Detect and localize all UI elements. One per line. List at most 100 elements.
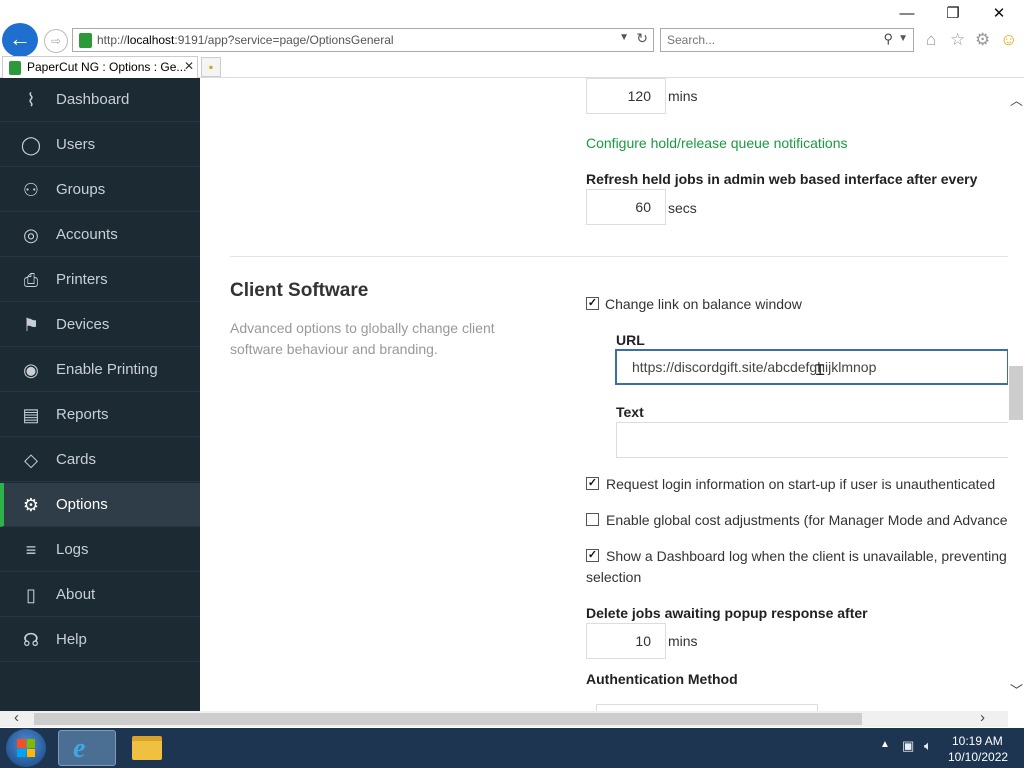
sidebar-item-label: About bbox=[56, 586, 96, 603]
sidebar-item-dashboard[interactable]: ⌇ Dashboard bbox=[0, 78, 200, 122]
sidebar-item-options[interactable]: ⚙ Options bbox=[0, 483, 200, 527]
sidebar-nav: ⌇ Dashboard ◯ Users ⚇ Groups ◎ Accounts … bbox=[0, 78, 200, 711]
network-icon[interactable]: ▣ bbox=[902, 738, 914, 754]
url-label: URL bbox=[616, 332, 645, 348]
scroll-right-icon[interactable]: › bbox=[980, 709, 985, 726]
search-icon[interactable]: ⚲ bbox=[883, 31, 893, 47]
gear-icon: ⚙ bbox=[22, 495, 40, 515]
vertical-scrollbar[interactable]: ︿ ﹀ bbox=[1008, 78, 1024, 711]
refresh-icon[interactable]: ↻ bbox=[636, 30, 648, 47]
sidebar-item-label: Options bbox=[56, 496, 108, 513]
text-input[interactable] bbox=[616, 422, 1008, 458]
browser-nav-bar: ← ⇨ http://localhost:9191/app?service=pa… bbox=[0, 22, 1024, 57]
auth-method-select[interactable] bbox=[596, 704, 818, 711]
global-cost-label: Enable global cost adjustments (for Mana… bbox=[606, 512, 1008, 528]
url-input[interactable] bbox=[615, 349, 1008, 385]
sidebar-item-accounts[interactable]: ◎ Accounts bbox=[0, 213, 200, 257]
search-dropdown-icon[interactable]: ▼ bbox=[898, 33, 908, 44]
sidebar-item-label: Devices bbox=[56, 316, 110, 333]
sidebar-item-label: Users bbox=[56, 136, 96, 153]
scroll-up-icon[interactable]: ︿ bbox=[1010, 90, 1023, 109]
delete-jobs-label: Delete jobs awaiting popup response afte… bbox=[586, 605, 868, 621]
search-box[interactable]: ⚲ ▼ bbox=[660, 28, 914, 52]
forward-button[interactable]: ⇨ bbox=[44, 29, 68, 53]
headset-icon: ☊ bbox=[23, 630, 39, 650]
search-input[interactable] bbox=[661, 29, 861, 51]
clock-date[interactable]: 10/10/2022 bbox=[948, 750, 1008, 764]
sidebar-item-about[interactable]: ▯ About bbox=[0, 573, 200, 617]
sidebar-item-label: Groups bbox=[56, 181, 106, 198]
address-dropdown-icon[interactable]: ▼ bbox=[619, 32, 629, 43]
dashboard-log-label-cont: selection bbox=[586, 569, 642, 585]
volume-icon[interactable]: 🔈︎ bbox=[924, 738, 932, 754]
tab-favicon bbox=[9, 61, 21, 75]
sidebar-item-label: Enable Printing bbox=[56, 361, 158, 378]
delete-jobs-input[interactable] bbox=[586, 623, 666, 659]
change-link-checkbox[interactable]: ✓ bbox=[586, 297, 599, 310]
browser-tab-papercut[interactable]: PaperCut NG : Options : Ge... ✕ bbox=[2, 56, 198, 78]
back-button[interactable]: ← bbox=[2, 23, 38, 57]
windows-taskbar: e ▲ ▣ 🔈︎ 10:19 AM 10/10/2022 bbox=[0, 728, 1024, 768]
dashboard-log-checkbox[interactable]: ✓ bbox=[586, 549, 599, 562]
logs-icon: ≡ bbox=[25, 540, 37, 560]
tab-close-icon[interactable]: ✕ bbox=[184, 59, 194, 73]
address-text[interactable]: http://localhost:9191/app?service=page/O… bbox=[97, 33, 394, 47]
sidebar-item-label: Printers bbox=[56, 271, 108, 288]
delete-jobs-unit: mins bbox=[668, 633, 698, 649]
section-divider bbox=[230, 256, 1008, 257]
clock-time[interactable]: 10:19 AM bbox=[952, 734, 1003, 748]
sidebar-item-reports[interactable]: ▤ Reports bbox=[0, 393, 200, 437]
forward-arrow-icon: ⇨ bbox=[50, 34, 62, 48]
sidebar-item-cards[interactable]: ◇ Cards bbox=[0, 438, 200, 482]
request-login-checkbox[interactable]: ✓ bbox=[586, 477, 599, 490]
sidebar-item-label: Dashboard bbox=[56, 91, 130, 108]
back-arrow-icon: ← bbox=[9, 26, 31, 51]
reports-icon: ▤ bbox=[22, 405, 40, 425]
hold-timeout-input[interactable] bbox=[586, 78, 666, 114]
sidebar-item-enable-printing[interactable]: ◉ Enable Printing bbox=[0, 348, 200, 392]
book-icon: ▯ bbox=[26, 585, 36, 605]
tab-strip: PaperCut NG : Options : Ge... ✕ ▪ bbox=[0, 56, 1024, 78]
tray-expand-icon[interactable]: ▲ bbox=[880, 739, 890, 750]
sidebar-item-printers[interactable]: ⎙ Printers bbox=[0, 258, 200, 302]
sidebar-item-label: Cards bbox=[56, 451, 97, 468]
queue-notifications-link[interactable]: Configure hold/release queue notificatio… bbox=[586, 135, 848, 151]
file-explorer-icon[interactable] bbox=[132, 736, 162, 760]
global-cost-checkbox[interactable] bbox=[586, 513, 599, 526]
start-button[interactable] bbox=[6, 729, 46, 767]
scroll-down-icon[interactable]: ﹀ bbox=[1010, 680, 1023, 699]
refresh-interval-label: Refresh held jobs in admin web based int… bbox=[586, 171, 978, 187]
internet-explorer-icon: e bbox=[73, 733, 86, 764]
settings-gear-icon[interactable]: ⚙ bbox=[975, 30, 990, 50]
change-link-label: Change link on balance window bbox=[605, 296, 802, 312]
sidebar-item-logs[interactable]: ≡ Logs bbox=[0, 528, 200, 572]
client-software-title: Client Software bbox=[230, 280, 369, 301]
address-bar[interactable]: http://localhost:9191/app?service=page/O… bbox=[72, 28, 654, 52]
horizontal-scroll-thumb[interactable] bbox=[34, 713, 862, 725]
taskbar-internet-explorer[interactable]: e bbox=[58, 730, 116, 766]
vertical-scroll-thumb[interactable] bbox=[1009, 366, 1023, 420]
hold-timeout-unit: mins bbox=[668, 88, 698, 104]
sidebar-item-help[interactable]: ☊ Help bbox=[0, 618, 200, 662]
enable-printing-icon: ◉ bbox=[23, 360, 39, 380]
refresh-interval-input[interactable] bbox=[586, 189, 666, 225]
sidebar-item-label: Accounts bbox=[56, 226, 118, 243]
new-tab-button[interactable]: ▪ bbox=[201, 57, 221, 77]
smiley-feedback-icon[interactable]: ☺ bbox=[1000, 30, 1017, 50]
user-icon: ◯ bbox=[20, 135, 42, 155]
tab-title: PaperCut NG : Options : Ge... bbox=[27, 60, 187, 74]
auth-method-label: Authentication Method bbox=[586, 671, 738, 687]
groups-icon: ⚇ bbox=[22, 180, 40, 200]
sidebar-item-devices[interactable]: ⚑ Devices bbox=[0, 303, 200, 347]
sidebar-item-users[interactable]: ◯ Users bbox=[0, 123, 200, 167]
sidebar-item-label: Help bbox=[56, 631, 87, 648]
cards-icon: ◇ bbox=[24, 450, 38, 470]
home-icon[interactable]: ⌂ bbox=[926, 30, 936, 50]
dashboard-icon: ⌇ bbox=[26, 90, 36, 110]
horizontal-scrollbar[interactable]: ‹ › bbox=[0, 709, 1008, 727]
scroll-left-icon[interactable]: ‹ bbox=[14, 709, 19, 726]
text-label: Text bbox=[616, 404, 644, 420]
favorites-star-icon[interactable]: ☆ bbox=[950, 30, 965, 50]
sidebar-item-groups[interactable]: ⚇ Groups bbox=[0, 168, 200, 212]
sidebar-item-label: Reports bbox=[56, 406, 109, 423]
